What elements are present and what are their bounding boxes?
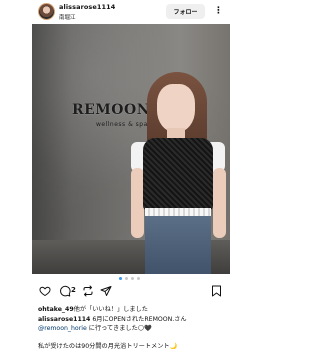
comment-count: 2 (71, 286, 76, 294)
post-username[interactable]: alissarose1114 (59, 3, 115, 11)
repost-icon[interactable] (82, 285, 94, 297)
caption-line-3: 私が受けたのは90分間の月光浴トリートメント🌙 (38, 343, 178, 349)
carousel-dot-4[interactable] (137, 277, 140, 280)
arm-right (213, 168, 226, 238)
avatar[interactable] (38, 3, 55, 20)
face (157, 84, 195, 132)
carousel-dot-1[interactable] (119, 277, 122, 280)
post-header: alissarose1114 南堀江 フォロー ⋮ (0, 0, 262, 24)
likes-text: 他が「いいね！」しました (73, 306, 148, 313)
carousel-dot-3[interactable] (131, 277, 134, 280)
post-photo[interactable]: REMOON wellness & spa (32, 24, 230, 274)
caption-user[interactable]: alissarose1114 (38, 316, 90, 323)
person-figure (127, 72, 230, 274)
caption-text-1: 6月にOPENされたREMOON.さん (90, 316, 187, 323)
send-icon[interactable] (100, 285, 112, 297)
jeans (145, 216, 211, 274)
lace-hem (145, 208, 211, 216)
caption-mention[interactable]: @remoon_horie (38, 325, 87, 332)
caption-line-2: @remoon_horie に行ってきました🌕🖤 (38, 323, 152, 332)
more-icon[interactable]: ⋮ (214, 5, 223, 18)
action-bar: 2 (0, 283, 262, 299)
post-location[interactable]: 南堀江 (59, 13, 76, 21)
caption-line-1: alissarose1114 6月にOPENされたREMOON.さん (38, 314, 187, 323)
caption-text-2: に行ってきました🌕🖤 (86, 325, 152, 332)
likes-line: ohtake_49他が「いいね！」しました (38, 304, 148, 313)
carousel-dot-2[interactable] (125, 277, 128, 280)
follow-button[interactable]: フォロー (166, 4, 205, 19)
carousel-dots (119, 277, 143, 281)
heart-icon[interactable] (39, 285, 51, 297)
bookmark-icon[interactable] (211, 285, 222, 297)
comment-icon[interactable] (59, 285, 71, 297)
likes-user[interactable]: ohtake_49 (38, 306, 74, 313)
black-top (143, 138, 213, 210)
